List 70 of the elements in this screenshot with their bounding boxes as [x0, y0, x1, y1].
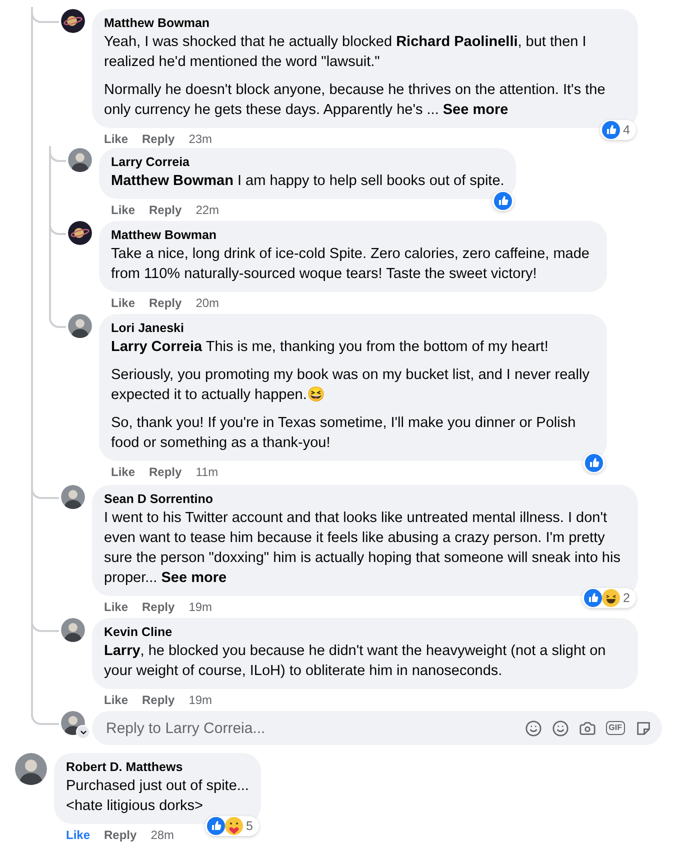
- comment-time[interactable]: 28m: [150, 828, 174, 842]
- comment-text: Take a nice, long drink of ice-cold Spite. Zero calories, zero caffeine, made from 110% naturally-sourced woque tears! Taste the sweet victory!: [111, 245, 590, 284]
- avatar-icon: [61, 485, 85, 509]
- author-name[interactable]: Matthew Bowman: [104, 15, 626, 32]
- author-name[interactable]: Matthew Bowman: [111, 227, 595, 244]
- reaction-summary[interactable]: 4: [600, 120, 636, 140]
- gif-button[interactable]: GIF: [606, 721, 625, 735]
- like-link[interactable]: Like: [111, 203, 136, 217]
- reply-link[interactable]: Reply: [149, 203, 182, 217]
- avatar-icon: [68, 148, 92, 172]
- comment-text: Larry Correia This is me, thanking you from the bottom of my heart!: [111, 338, 550, 357]
- reaction-summary[interactable]: [492, 191, 514, 211]
- like-reaction-icon: [585, 454, 603, 472]
- laughing-reaction-icon: [602, 589, 620, 607]
- like-reaction-icon: [207, 817, 226, 835]
- reaction-summary[interactable]: 2: [582, 588, 636, 608]
- author-name[interactable]: Robert D. Matthews: [66, 759, 249, 776]
- like-link[interactable]: Like: [111, 296, 136, 310]
- like-link[interactable]: Like: [111, 465, 136, 479]
- reply-link[interactable]: Reply: [142, 132, 175, 146]
- like-reaction-icon: [602, 121, 620, 139]
- reply-field[interactable]: Reply to Larry Correia... GIF: [92, 711, 662, 745]
- see-more-link[interactable]: See more: [161, 570, 227, 586]
- comment-text: Normally he doesn't block anyone, because he thrives on the attention. It's the only currency he gets these days. Apparently he's ... See more: [104, 81, 606, 120]
- comment-text: Purchased just out of spite... <hate litigious dorks>: [66, 777, 249, 816]
- comment-time[interactable]: 20m: [196, 296, 220, 310]
- thread-connector: [31, 709, 59, 725]
- comment-text: I went to his Twitter account and that looks like untreated mental illness. I don't even want to tease him because it feels like abusing a crazy person. I'm pretty sure the person "doxxing" him is actually hoping that someone will sneak into his proper... See more: [104, 509, 622, 588]
- author-name[interactable]: Kevin Cline: [104, 624, 626, 641]
- reply-link[interactable]: Reply: [142, 600, 175, 614]
- reaction-summary[interactable]: [583, 453, 605, 473]
- comment-text: Matthew Bowman I am happy to help sell books out of spite.: [111, 172, 504, 191]
- comment-text: Seriously, you promoting my book was on my bucket list, and I never really expected it to actually happen.😆: [111, 366, 590, 405]
- avatar-icon: [15, 753, 47, 785]
- comment-time[interactable]: 19m: [188, 600, 212, 614]
- like-reaction-icon: [584, 589, 602, 607]
- avatar-icon: [61, 618, 85, 642]
- reply-link[interactable]: Reply: [142, 693, 175, 707]
- chevron-down-icon[interactable]: [76, 725, 90, 739]
- emoji-icon[interactable]: [552, 720, 569, 736]
- reply-link[interactable]: Reply: [104, 828, 137, 842]
- reply-link[interactable]: Reply: [149, 465, 182, 479]
- avatar-icon: [68, 314, 92, 338]
- planet-avatar-icon: [68, 221, 92, 245]
- author-name[interactable]: Larry Correia: [111, 154, 504, 171]
- thread-connector: [49, 312, 66, 328]
- like-reaction-icon: [494, 192, 512, 210]
- comment-time[interactable]: 19m: [188, 693, 212, 707]
- like-link[interactable]: Like: [104, 132, 128, 146]
- camera-icon[interactable]: [578, 720, 596, 736]
- see-more-link[interactable]: See more: [442, 102, 508, 118]
- reaction-count: 5: [245, 819, 254, 833]
- comment-time[interactable]: 11m: [196, 465, 218, 479]
- reaction-count: 2: [622, 591, 631, 605]
- hug-reaction-icon: [225, 817, 244, 835]
- sticker-icon[interactable]: [635, 720, 652, 736]
- like-link[interactable]: Like: [104, 600, 128, 614]
- comment-time[interactable]: 23m: [188, 132, 212, 146]
- comment-text: Yeah, I was shocked that he actually blocked Richard Paolinelli, but then I realized he'd mentioned the word "lawsuit.": [104, 33, 588, 72]
- reaction-summary[interactable]: 5: [205, 816, 259, 836]
- planet-avatar-icon: [61, 9, 85, 33]
- comment-text: Larry, he blocked you because he didn't want the heavyweight (not a slight on your weight of course, ILoH) to obliterate him in nanoseconds.: [104, 642, 607, 681]
- reply-link[interactable]: Reply: [149, 296, 182, 310]
- author-name[interactable]: Sean D Sorrentino: [104, 491, 626, 508]
- like-link[interactable]: Like: [66, 828, 90, 842]
- reaction-count: 4: [622, 123, 631, 137]
- comment-text: So, thank you! If you're in Texas sometime, I'll make you dinner or Polish food or something as a thank-you!: [111, 414, 577, 453]
- like-link[interactable]: Like: [104, 693, 128, 707]
- comment-time[interactable]: 22m: [196, 203, 220, 217]
- author-name[interactable]: Lori Janeski: [111, 320, 595, 337]
